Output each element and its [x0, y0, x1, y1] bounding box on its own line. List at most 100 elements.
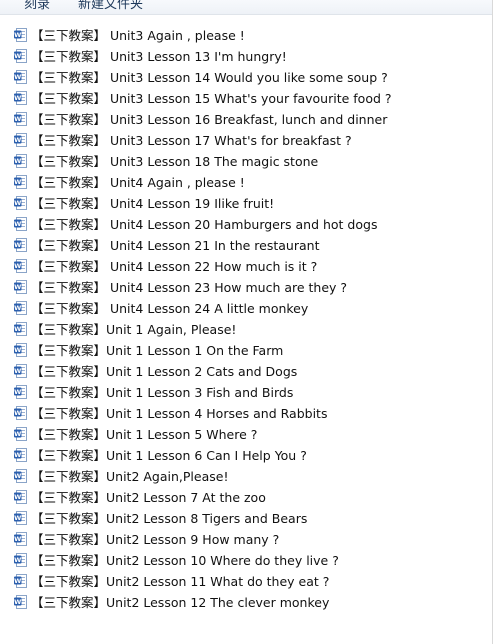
word-document-icon: W	[14, 468, 27, 483]
file-name: 【三下教案】 Unit3 Lesson 16 Breakfast, lunch …	[31, 112, 388, 127]
word-document-icon: W	[14, 363, 27, 378]
file-item[interactable]: W 【三下教案】Unit2 Lesson 8 Tigers and Bears	[0, 507, 492, 528]
file-item[interactable]: W 【三下教案】 Unit3 Again , please !	[0, 24, 492, 45]
svg-text:W: W	[14, 73, 21, 81]
word-document-icon: W	[14, 216, 27, 231]
file-item[interactable]: W 【三下教案】Unit2 Lesson 12 The clever monke…	[0, 591, 492, 612]
svg-text:W: W	[14, 409, 21, 417]
svg-text:W: W	[14, 178, 21, 186]
svg-text:W: W	[14, 199, 21, 207]
file-name: 【三下教案】 Unit4 Again , please !	[31, 175, 245, 190]
word-document-icon: W	[14, 342, 27, 357]
word-document-icon: W	[14, 111, 27, 126]
word-document-icon: W	[14, 258, 27, 273]
word-document-icon: W	[14, 69, 27, 84]
toolbar: 刻录 新建文件夹	[0, 0, 492, 15]
file-item[interactable]: W 【三下教案】Unit 1 Lesson 3 Fish and Birds	[0, 381, 492, 402]
file-name: 【三下教案】Unit 1 Again, Please!	[31, 322, 237, 337]
file-name: 【三下教案】Unit2 Lesson 9 How many ?	[31, 532, 280, 547]
file-item[interactable]: W 【三下教案】 Unit3 Lesson 16 Breakfast, lunc…	[0, 108, 492, 129]
file-name: 【三下教案】 Unit4 Lesson 22 How much is it ?	[31, 259, 318, 274]
word-document-icon: W	[14, 48, 27, 63]
svg-text:W: W	[14, 325, 21, 333]
file-item[interactable]: W 【三下教案】Unit2 Lesson 9 How many ?	[0, 528, 492, 549]
word-document-icon: W	[14, 384, 27, 399]
file-name: 【三下教案】 Unit3 Again , please !	[31, 28, 245, 43]
file-name: 【三下教案】 Unit3 Lesson 18 The magic stone	[31, 154, 319, 169]
word-document-icon: W	[14, 489, 27, 504]
file-item[interactable]: W 【三下教案】Unit 1 Lesson 4 Horses and Rabbi…	[0, 402, 492, 423]
svg-text:W: W	[14, 493, 21, 501]
svg-text:W: W	[14, 31, 21, 39]
svg-text:W: W	[14, 304, 21, 312]
svg-text:W: W	[14, 535, 21, 543]
file-name: 【三下教案】Unit2 Lesson 8 Tigers and Bears	[31, 511, 308, 526]
word-document-icon: W	[14, 594, 27, 609]
burn-button[interactable]: 刻录	[24, 0, 50, 12]
file-name: 【三下教案】Unit 1 Lesson 2 Cats and Dogs	[31, 364, 298, 379]
file-item[interactable]: W 【三下教案】Unit2 Lesson 11 What do they eat…	[0, 570, 492, 591]
file-item[interactable]: W 【三下教案】 Unit3 Lesson 14 Would you like …	[0, 66, 492, 87]
svg-text:W: W	[14, 52, 21, 60]
file-item[interactable]: W 【三下教案】 Unit4 Lesson 22 How much is it …	[0, 255, 492, 276]
word-document-icon: W	[14, 321, 27, 336]
file-item[interactable]: W 【三下教案】Unit2 Lesson 10 Where do they li…	[0, 549, 492, 570]
file-item[interactable]: W 【三下教案】Unit2 Again,Please!	[0, 465, 492, 486]
file-name: 【三下教案】 Unit3 Lesson 14 Would you like so…	[31, 70, 388, 85]
svg-text:W: W	[14, 367, 21, 375]
svg-text:W: W	[14, 451, 21, 459]
file-name: 【三下教案】 Unit4 Lesson 23 How much are they…	[31, 280, 348, 295]
file-item[interactable]: W 【三下教案】 Unit3 Lesson 17 What's for brea…	[0, 129, 492, 150]
file-item[interactable]: W 【三下教案】 Unit4 Lesson 21 In the restaura…	[0, 234, 492, 255]
file-name: 【三下教案】Unit 1 Lesson 4 Horses and Rabbits	[31, 406, 328, 421]
svg-text:W: W	[14, 556, 21, 564]
word-document-icon: W	[14, 27, 27, 42]
file-name: 【三下教案】Unit 1 Lesson 6 Can I Help You ?	[31, 448, 307, 463]
svg-text:W: W	[14, 388, 21, 396]
file-item[interactable]: W 【三下教案】 Unit4 Lesson 24 A little monkey	[0, 297, 492, 318]
svg-text:W: W	[14, 346, 21, 354]
new-folder-button[interactable]: 新建文件夹	[78, 0, 143, 12]
file-name: 【三下教案】Unit2 Lesson 11 What do they eat ?	[31, 574, 330, 589]
file-item[interactable]: W 【三下教案】Unit 1 Lesson 2 Cats and Dogs	[0, 360, 492, 381]
file-item[interactable]: W 【三下教案】Unit 1 Again, Please!	[0, 318, 492, 339]
word-document-icon: W	[14, 405, 27, 420]
svg-text:W: W	[14, 136, 21, 144]
file-item[interactable]: W 【三下教案】 Unit4 Again , please !	[0, 171, 492, 192]
word-document-icon: W	[14, 237, 27, 252]
svg-text:W: W	[14, 241, 21, 249]
word-document-icon: W	[14, 174, 27, 189]
word-document-icon: W	[14, 132, 27, 147]
file-name: 【三下教案】Unit 1 Lesson 1 On the Farm	[31, 343, 284, 358]
word-document-icon: W	[14, 573, 27, 588]
file-item[interactable]: W 【三下教案】Unit 1 Lesson 5 Where ?	[0, 423, 492, 444]
word-document-icon: W	[14, 552, 27, 567]
file-name: 【三下教案】Unit2 Lesson 12 The clever monkey	[31, 595, 330, 610]
svg-text:W: W	[14, 220, 21, 228]
file-item[interactable]: W 【三下教案】 Unit4 Lesson 19 Ilike fruit!	[0, 192, 492, 213]
file-item[interactable]: W 【三下教案】 Unit4 Lesson 20 Hamburgers and …	[0, 213, 492, 234]
svg-text:W: W	[14, 115, 21, 123]
svg-text:W: W	[14, 94, 21, 102]
svg-text:W: W	[14, 157, 21, 165]
word-document-icon: W	[14, 279, 27, 294]
file-item[interactable]: W 【三下教案】Unit 1 Lesson 6 Can I Help You ?	[0, 444, 492, 465]
word-document-icon: W	[14, 426, 27, 441]
file-name: 【三下教案】 Unit4 Lesson 19 Ilike fruit!	[31, 196, 275, 211]
file-item[interactable]: W 【三下教案】 Unit3 Lesson 15 What's your fav…	[0, 87, 492, 108]
file-item[interactable]: W 【三下教案】 Unit3 Lesson 13 I'm hungry!	[0, 45, 492, 66]
svg-text:W: W	[14, 262, 21, 270]
svg-text:W: W	[14, 598, 21, 606]
file-name: 【三下教案】Unit 1 Lesson 3 Fish and Birds	[31, 385, 294, 400]
file-name: 【三下教案】 Unit3 Lesson 15 What's your favou…	[31, 91, 392, 106]
file-name: 【三下教案】 Unit3 Lesson 13 I'm hungry!	[31, 49, 287, 64]
file-item[interactable]: W 【三下教案】Unit2 Lesson 7 At the zoo	[0, 486, 492, 507]
file-name: 【三下教案】 Unit4 Lesson 20 Hamburgers and ho…	[31, 217, 378, 232]
svg-text:W: W	[14, 577, 21, 585]
word-document-icon: W	[14, 447, 27, 462]
file-item[interactable]: W 【三下教案】 Unit3 Lesson 18 The magic stone	[0, 150, 492, 171]
file-item[interactable]: W 【三下教案】Unit 1 Lesson 1 On the Farm	[0, 339, 492, 360]
file-name: 【三下教案】Unit 1 Lesson 5 Where ?	[31, 427, 258, 442]
word-document-icon: W	[14, 531, 27, 546]
file-item[interactable]: W 【三下教案】 Unit4 Lesson 23 How much are th…	[0, 276, 492, 297]
